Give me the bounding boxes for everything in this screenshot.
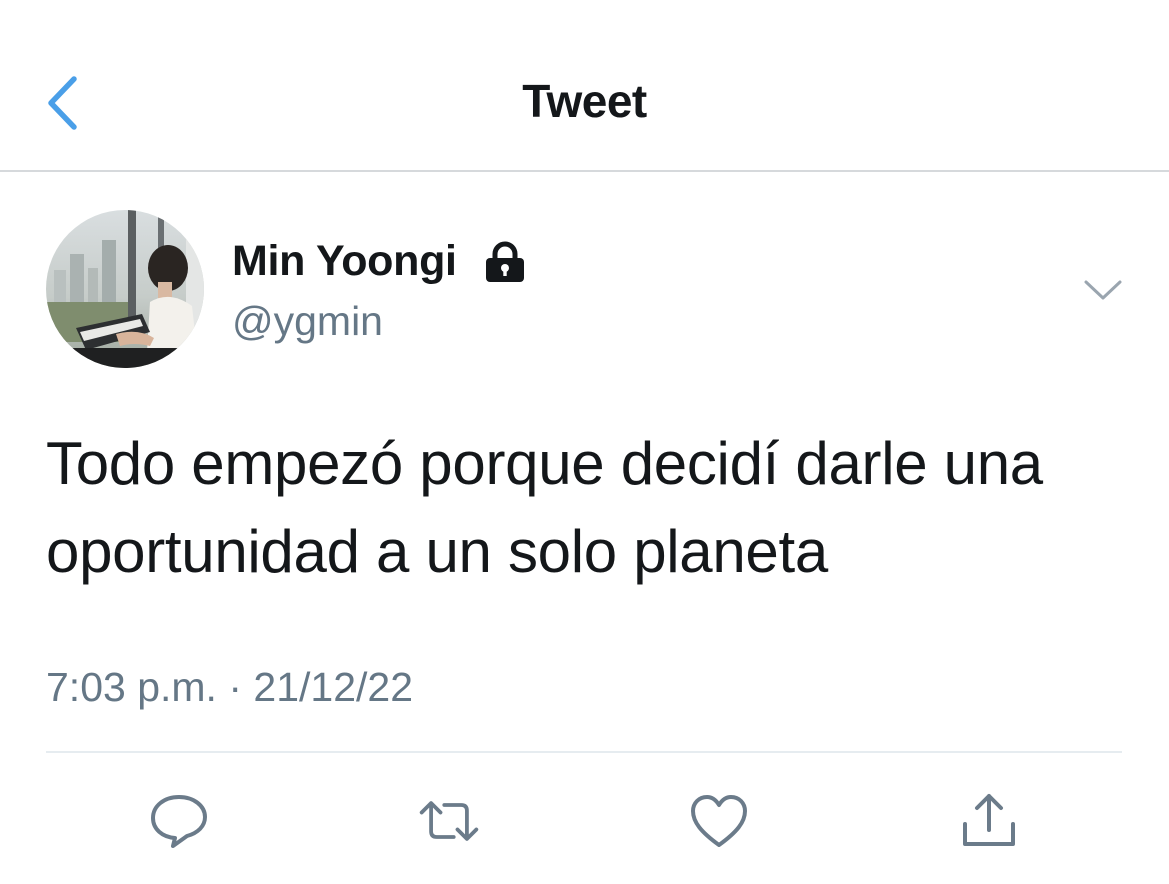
share-button[interactable] — [956, 788, 1022, 854]
tweet-text: Todo empezó porque decidí darle una opor… — [46, 430, 1043, 585]
top-bar: Tweet — [0, 0, 1169, 172]
more-options-button[interactable] — [1080, 272, 1126, 308]
chevron-down-icon — [1084, 280, 1122, 300]
avatar-photo — [46, 210, 204, 368]
tweet-date: 21/12/22 — [253, 664, 414, 710]
display-name: Min Yoongi — [232, 237, 457, 285]
reply-button[interactable] — [146, 788, 212, 854]
share-icon — [963, 794, 1015, 846]
like-button[interactable] — [686, 788, 752, 854]
author-handle[interactable]: @ygmin — [232, 298, 383, 345]
author-name-row[interactable]: Min Yoongi — [232, 237, 527, 286]
retweet-icon — [419, 801, 479, 841]
avatar[interactable] — [46, 210, 204, 368]
action-bar — [0, 780, 1169, 864]
tweet-time: 7:03 p.m. — [46, 664, 217, 710]
reply-icon — [151, 795, 207, 848]
like-icon — [691, 795, 747, 847]
divider — [46, 751, 1122, 753]
tweet-timestamp[interactable]: 7:03 p.m. · 21/12/22 — [46, 664, 413, 711]
page-title: Tweet — [522, 75, 647, 127]
lock-icon — [483, 240, 527, 284]
timestamp-separator: · — [228, 664, 242, 710]
retweet-button[interactable] — [416, 788, 482, 854]
